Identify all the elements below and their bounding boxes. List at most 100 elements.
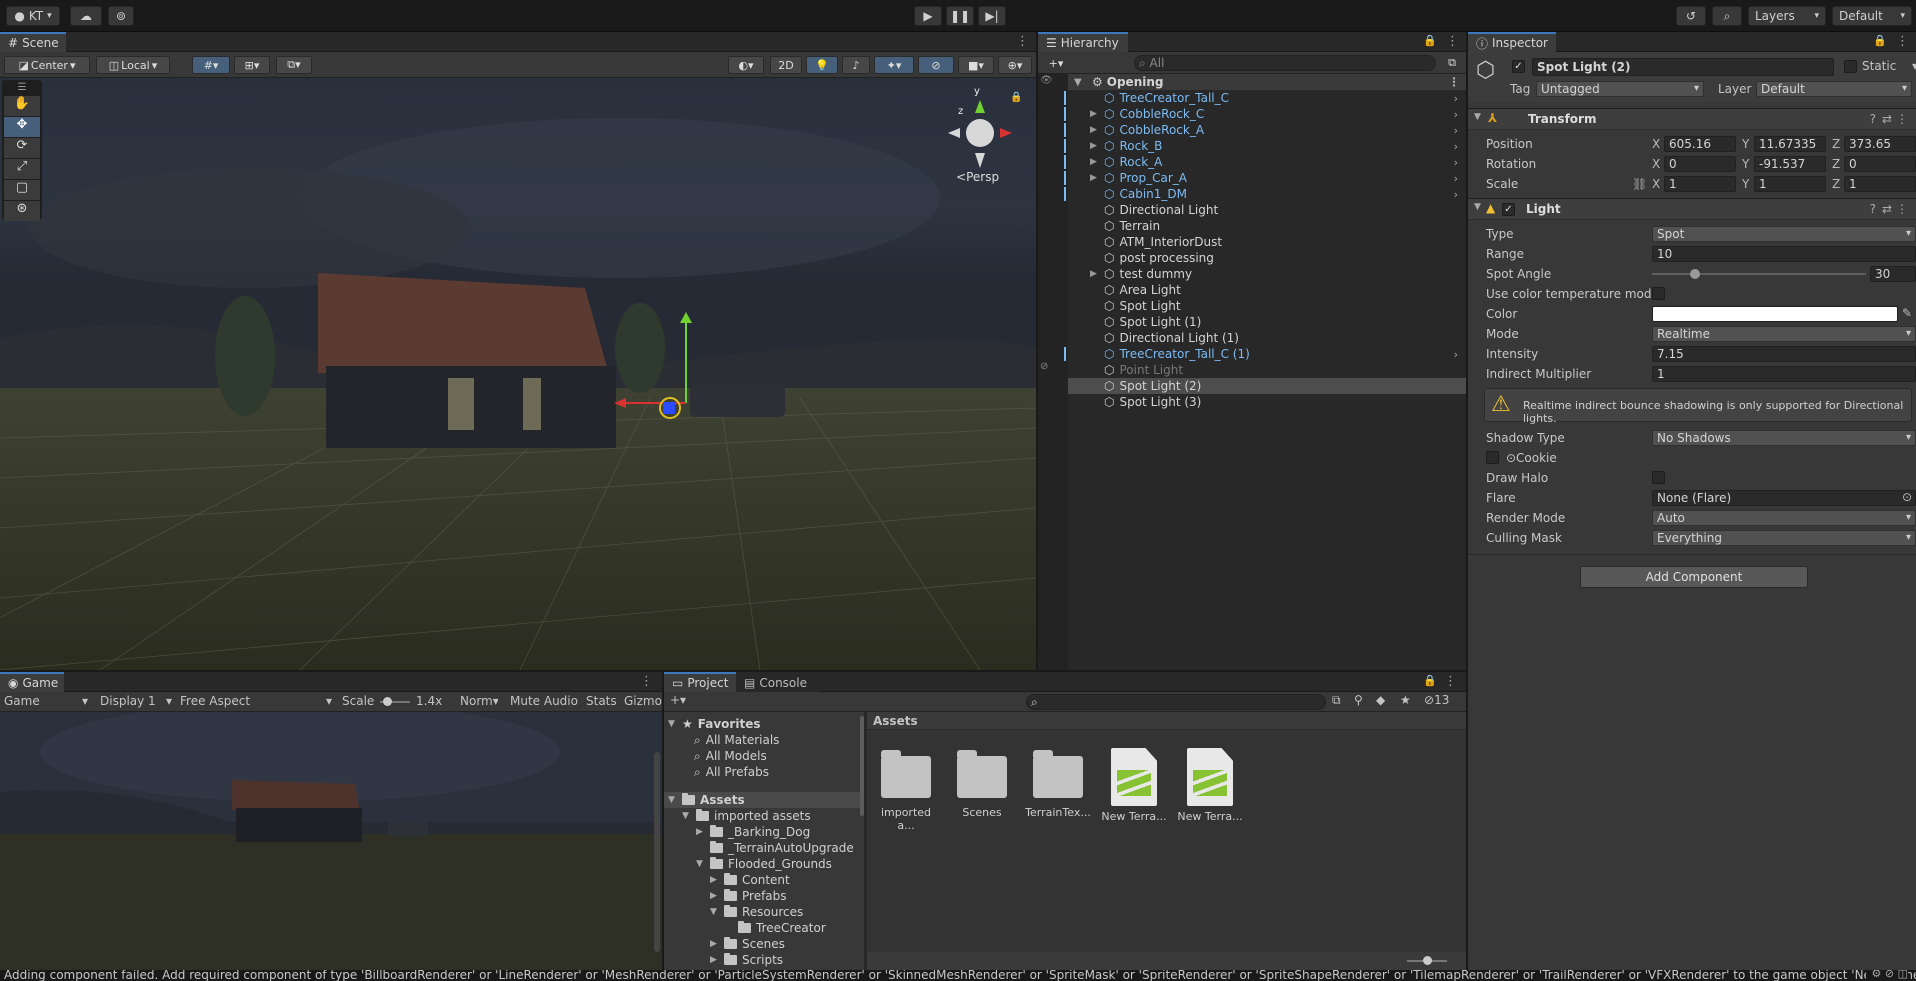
hidden-eye-icon[interactable]: ⊘	[1040, 361, 1048, 372]
cloud-button[interactable]: ☁	[70, 6, 102, 26]
status-message[interactable]: Adding component failed. Add required co…	[4, 970, 1916, 981]
project-folder-row[interactable]: ▶ Scripts	[664, 952, 864, 968]
breadcrumb-assets[interactable]: Assets	[873, 714, 918, 728]
range-field[interactable]: 10	[1652, 246, 1916, 262]
expand-arrow-icon[interactable]: ▶	[1090, 173, 1104, 183]
open-prefab-icon[interactable]: ›	[1454, 156, 1458, 169]
tab-scene[interactable]: # Scene	[0, 32, 66, 52]
light-type-dropdown[interactable]: Spot	[1652, 226, 1916, 242]
eye-icon[interactable]: 👁	[1040, 75, 1053, 86]
project-folder-row[interactable]: ▼ Flooded_Grounds	[664, 856, 864, 872]
hidden-packages-icon[interactable]: ⊘13	[1424, 693, 1449, 707]
rotation-x-field[interactable]: 0	[1664, 156, 1736, 172]
expand-arrow-icon[interactable]: ▶	[1090, 269, 1104, 279]
more-options-icon[interactable]: ⋮	[1444, 674, 1457, 689]
object-picker-icon[interactable]: ⊙	[1902, 490, 1912, 504]
filter-icon[interactable]: ⧉	[1442, 54, 1462, 72]
lighting-toggle[interactable]: 💡	[806, 56, 838, 74]
grid-snap-button[interactable]: #▾	[192, 56, 230, 74]
favorite-item[interactable]: ⌕ All Materials	[664, 732, 864, 748]
hierarchy-item[interactable]: ⬡ Directional Light	[1068, 202, 1466, 218]
project-folder-row[interactable]: TreeCreator	[664, 920, 864, 936]
game-view-dropdown[interactable]: Game ▾	[4, 694, 88, 708]
toggle-2d-button[interactable]: 2D	[770, 56, 802, 74]
scene-viewport[interactable]: y z 🔒 <Persp ☰ ✋ ✥ ⟳ ⤢ ▢ ⊛	[0, 78, 1036, 670]
hierarchy-item[interactable]: ⬡ Spot Light (1)	[1068, 314, 1466, 330]
expand-arrow-icon[interactable]: ▶	[696, 827, 710, 837]
layers-dropdown[interactable]: Layers ▾	[1748, 6, 1826, 26]
more-options-icon[interactable]: ⋮	[640, 674, 653, 689]
open-prefab-icon[interactable]: ›	[1454, 140, 1458, 153]
expand-arrow-icon[interactable]: ▶	[1090, 141, 1104, 151]
color-temp-checkbox[interactable]	[1652, 287, 1665, 300]
create-button[interactable]: +▾	[1042, 54, 1070, 72]
hierarchy-item[interactable]: ▶ ⬡ Rock_A ›	[1064, 154, 1466, 170]
rotate-tool-icon[interactable]: ⟳	[4, 138, 40, 158]
position-z-field[interactable]: 373.65	[1844, 136, 1916, 152]
tab-game[interactable]: ◉ Game	[0, 672, 64, 692]
scale-slider-thumb[interactable]	[383, 697, 392, 706]
more-options-icon[interactable]: ⋮	[1896, 112, 1908, 126]
space-dropdown[interactable]: ◫ Local ▾	[96, 56, 170, 74]
render-mode-dropdown[interactable]: Auto	[1652, 510, 1916, 526]
hand-tool-icon[interactable]: ✋	[4, 96, 40, 116]
light-enabled-checkbox[interactable]: ✓	[1502, 203, 1515, 216]
object-name-field[interactable]: Spot Light (2)	[1532, 58, 1834, 76]
filter-type-icon[interactable]: ⚲	[1354, 693, 1363, 707]
hierarchy-search-input[interactable]: ⌕ All	[1134, 55, 1436, 71]
vertex-snap-button[interactable]: ⧉▾	[276, 56, 312, 74]
hierarchy-item[interactable]: ▶ ⬡ Rock_B ›	[1064, 138, 1466, 154]
link-icon[interactable]: ⛓	[1632, 177, 1647, 191]
tab-inspector[interactable]: ⓘ Inspector	[1468, 32, 1556, 52]
rotation-z-field[interactable]: 0	[1844, 156, 1916, 172]
game-scrollbar[interactable]	[654, 752, 660, 952]
hierarchy-item[interactable]: ▶ ⬡ Prop_Car_A ›	[1064, 170, 1466, 186]
expand-arrow-icon[interactable]: ▼	[682, 811, 696, 821]
scene-root-row[interactable]: ▼ ⚙ Opening ⋮	[1068, 74, 1466, 90]
tab-console[interactable]: ▤ Console	[736, 672, 820, 692]
move-tool-icon[interactable]: ✥	[4, 117, 40, 137]
more-options-icon[interactable]: ⋮	[1896, 34, 1909, 49]
assets-root-row[interactable]: ▼ Assets	[664, 792, 864, 808]
create-asset-button[interactable]: +▾	[670, 693, 686, 707]
tab-project[interactable]: ▭ Project	[664, 672, 736, 692]
more-options-icon[interactable]: ⋮	[1448, 75, 1460, 89]
open-prefab-icon[interactable]: ›	[1454, 124, 1458, 137]
lock-icon[interactable]: 🔒	[1423, 674, 1437, 687]
hierarchy-item[interactable]: ▶ ⬡ CobbleRock_C ›	[1064, 106, 1466, 122]
expand-arrow-icon[interactable]: ▶	[710, 955, 724, 965]
history-button[interactable]: ↺	[1676, 6, 1706, 26]
active-checkbox[interactable]: ✓	[1512, 60, 1525, 73]
asset-folder[interactable]: Scenes	[947, 748, 1017, 819]
help-icon[interactable]: ?	[1870, 202, 1876, 216]
expand-arrow-icon[interactable]: ▶	[1090, 125, 1104, 135]
scale-tool-icon[interactable]: ⤢	[4, 159, 40, 179]
favorite-item[interactable]: ⌕ All Models	[664, 748, 864, 764]
expand-arrow-icon[interactable]: ▶	[710, 939, 724, 949]
favorite-star-icon[interactable]: ★	[1400, 693, 1411, 707]
expand-arrow-icon[interactable]: ▼	[696, 859, 710, 869]
spot-angle-slider-thumb[interactable]	[1689, 269, 1700, 279]
hierarchy-item[interactable]: ⬡ Point Light	[1068, 362, 1466, 378]
hierarchy-item[interactable]: ▶ ⬡ test dummy	[1068, 266, 1466, 282]
hierarchy-item[interactable]: ⬡ Spot Light (3)	[1068, 394, 1466, 410]
eyedropper-icon[interactable]: ✎	[1902, 306, 1912, 320]
open-prefab-icon[interactable]: ›	[1454, 92, 1458, 105]
collab-button[interactable]: ⊚	[108, 6, 134, 26]
position-x-field[interactable]: 605.16	[1664, 136, 1736, 152]
static-checkbox[interactable]	[1844, 60, 1857, 73]
light-header[interactable]: ▼ ▲ ✓ Light ? ⇄ ⋮	[1468, 198, 1916, 220]
expand-arrow-icon[interactable]: ▶	[1090, 157, 1104, 167]
label-icon[interactable]: ◆	[1376, 693, 1385, 707]
project-search-input[interactable]: ⌕	[1026, 694, 1326, 710]
gizmos-toggle[interactable]: Gizmo	[624, 694, 662, 708]
hierarchy-item[interactable]: ⬡ Terrain	[1068, 218, 1466, 234]
project-folder-row[interactable]: ▼ Resources	[664, 904, 864, 920]
asset-folder[interactable]: imported a...	[871, 748, 941, 832]
game-viewport[interactable]	[0, 712, 662, 970]
open-prefab-icon[interactable]: ›	[1454, 348, 1458, 361]
draw-halo-checkbox[interactable]	[1652, 471, 1665, 484]
more-options-icon[interactable]: ⋮	[1016, 34, 1029, 49]
hierarchy-item[interactable]: ⬡ ATM_InteriorDust	[1068, 234, 1466, 250]
culling-mask-dropdown[interactable]: Everything	[1652, 530, 1916, 546]
